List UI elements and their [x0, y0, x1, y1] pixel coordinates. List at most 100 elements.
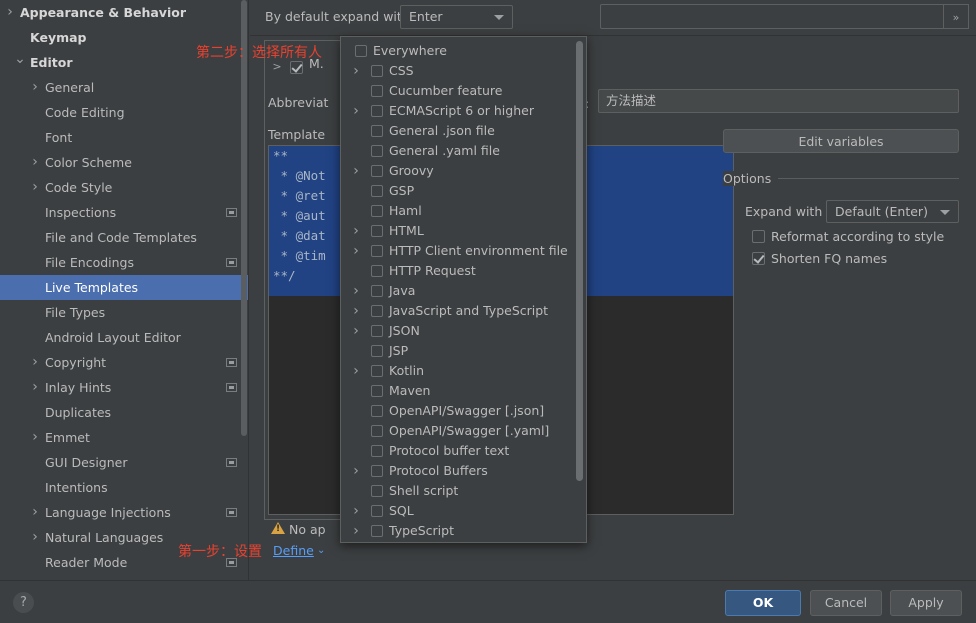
shorten-fq-names-checkbox[interactable] [752, 252, 765, 265]
sidebar-item-inlay-hints[interactable]: › Inlay Hints [0, 375, 249, 400]
context-checkbox[interactable] [371, 405, 383, 417]
chevron-right-icon[interactable]: › [349, 361, 363, 381]
context-item-sql[interactable]: › SQL [341, 501, 573, 521]
context-checkbox[interactable] [371, 245, 383, 257]
context-item-javascript-and-typescript[interactable]: › JavaScript and TypeScript [341, 301, 573, 321]
sidebar-item-language-injections[interactable]: › Language Injections [0, 500, 249, 525]
context-item-kotlin[interactable]: › Kotlin [341, 361, 573, 381]
context-checkbox[interactable] [371, 365, 383, 377]
sidebar-item-file-and-code-templates[interactable]: File and Code Templates [0, 225, 249, 250]
sidebar-item-gui-designer[interactable]: GUI Designer [0, 450, 249, 475]
context-checkbox[interactable] [371, 185, 383, 197]
chevron-right-icon[interactable]: › [349, 161, 363, 181]
sidebar-item-file-types[interactable]: File Types [0, 300, 249, 325]
sidebar-item-copyright[interactable]: › Copyright [0, 350, 249, 375]
context-item-jsp[interactable]: JSP [341, 341, 573, 361]
context-checkbox[interactable] [371, 225, 383, 237]
chevron-right-icon[interactable]: › [23, 500, 47, 525]
context-selection-popup[interactable]: Everywhere › CSS Cucumber feature › ECMAScrip… [340, 36, 587, 543]
context-checkbox[interactable] [371, 105, 383, 117]
context-checkbox[interactable] [371, 485, 383, 497]
context-checkbox[interactable] [371, 265, 383, 277]
context-checkbox[interactable] [371, 445, 383, 457]
context-item-maven[interactable]: Maven [341, 381, 573, 401]
chevron-right-icon[interactable]: › [0, 0, 22, 25]
settings-category-tree[interactable]: › Appearance & Behavior Keymap ⌄ Editor › Gene… [0, 0, 249, 580]
description-field[interactable]: 方法描述 [598, 89, 959, 113]
context-item-css[interactable]: › CSS [341, 61, 573, 81]
abbreviation-top-field[interactable] [600, 4, 949, 29]
context-item-openapi-swagger-yaml[interactable]: OpenAPI/Swagger [.yaml] [341, 421, 573, 441]
popup-scrollbar-thumb[interactable] [576, 41, 583, 481]
define-chevron-down-icon[interactable]: ⌄ [317, 545, 325, 556]
chevron-right-icon[interactable]: › [23, 375, 47, 400]
context-checkbox[interactable] [371, 285, 383, 297]
context-item-html[interactable]: › HTML [341, 221, 573, 241]
context-checkbox[interactable] [371, 205, 383, 217]
context-item-openapi-swagger-json[interactable]: OpenAPI/Swagger [.json] [341, 401, 573, 421]
context-checkbox[interactable] [371, 305, 383, 317]
chevron-right-icon[interactable]: › [349, 321, 363, 341]
apply-button[interactable]: Apply [890, 590, 962, 616]
context-item-http-request[interactable]: HTTP Request [341, 261, 573, 281]
chevron-right-icon[interactable]: › [349, 461, 363, 481]
expand-panel-button[interactable]: » [943, 4, 969, 29]
context-checkbox[interactable] [371, 505, 383, 517]
context-checkbox[interactable] [371, 345, 383, 357]
sidebar-item-duplicates[interactable]: Duplicates [0, 400, 249, 425]
context-checkbox[interactable] [371, 145, 383, 157]
chevron-right-icon[interactable]: › [349, 61, 363, 81]
sidebar-item-appearance-behavior[interactable]: › Appearance & Behavior [0, 0, 249, 25]
context-checkbox[interactable] [371, 325, 383, 337]
context-item-shell-script[interactable]: Shell script [341, 481, 573, 501]
context-item-http-client-environment-file[interactable]: › HTTP Client environment file [341, 241, 573, 261]
chevron-right-icon[interactable]: › [23, 425, 47, 450]
default-expand-combo[interactable]: Enter [400, 5, 513, 29]
cancel-button[interactable]: Cancel [810, 590, 882, 616]
chevron-right-icon[interactable]: › [349, 521, 363, 541]
context-item-protocol-buffers[interactable]: › Protocol Buffers [341, 461, 573, 481]
chevron-right-icon[interactable]: › [349, 501, 363, 521]
chevron-right-icon[interactable]: › [23, 350, 47, 375]
sidebar-scrollbar[interactable] [241, 0, 247, 436]
context-item-haml[interactable]: Haml [341, 201, 573, 221]
chevron-right-icon[interactable]: › [349, 241, 363, 261]
chevron-right-icon[interactable]: › [349, 221, 363, 241]
sidebar-item-inspections[interactable]: Inspections [0, 200, 249, 225]
context-checkbox[interactable] [371, 165, 383, 177]
chevron-right-icon[interactable]: › [23, 150, 47, 175]
edit-variables-button[interactable]: Edit variables [723, 129, 959, 153]
expand-with-combo[interactable]: Default (Enter) [826, 200, 959, 223]
context-checkbox[interactable] [371, 125, 383, 137]
sidebar-item-intentions[interactable]: Intentions [0, 475, 249, 500]
sidebar-item-code-editing[interactable]: Code Editing [0, 100, 249, 125]
sidebar-item-emmet[interactable]: › Emmet [0, 425, 249, 450]
sidebar-item-font[interactable]: Font [0, 125, 249, 150]
chevron-right-icon[interactable]: › [349, 281, 363, 301]
context-item-cucumber-feature[interactable]: Cucumber feature [341, 81, 573, 101]
chevron-right-icon[interactable]: › [349, 301, 363, 321]
context-item-general-yaml-file[interactable]: General .yaml file [341, 141, 573, 161]
sidebar-item-live-templates[interactable]: Live Templates [0, 275, 249, 300]
chevron-right-icon[interactable]: › [349, 101, 363, 121]
context-item-gsp[interactable]: GSP [341, 181, 573, 201]
chevron-right-icon[interactable]: › [23, 75, 47, 100]
sidebar-item-code-style[interactable]: › Code Style [0, 175, 249, 200]
sidebar-item-file-encodings[interactable]: File Encodings [0, 250, 249, 275]
reformat-checkbox[interactable] [752, 230, 765, 243]
context-item-typescript[interactable]: › TypeScript [341, 521, 573, 541]
context-item-java[interactable]: › Java [341, 281, 573, 301]
context-checkbox[interactable] [355, 45, 367, 57]
context-item-json[interactable]: › JSON [341, 321, 573, 341]
define-link[interactable]: Define [273, 543, 314, 558]
chevron-right-icon[interactable]: › [23, 525, 47, 550]
ok-button[interactable]: OK [725, 590, 801, 616]
context-checkbox[interactable] [371, 65, 383, 77]
context-item-general-json-file[interactable]: General .json file [341, 121, 573, 141]
help-button[interactable]: ? [13, 592, 34, 613]
sidebar-item-general[interactable]: › General [0, 75, 249, 100]
sidebar-item-color-scheme[interactable]: › Color Scheme [0, 150, 249, 175]
context-checkbox[interactable] [371, 85, 383, 97]
context-item-everywhere[interactable]: Everywhere [341, 41, 573, 61]
chevron-right-icon[interactable]: › [23, 175, 47, 200]
